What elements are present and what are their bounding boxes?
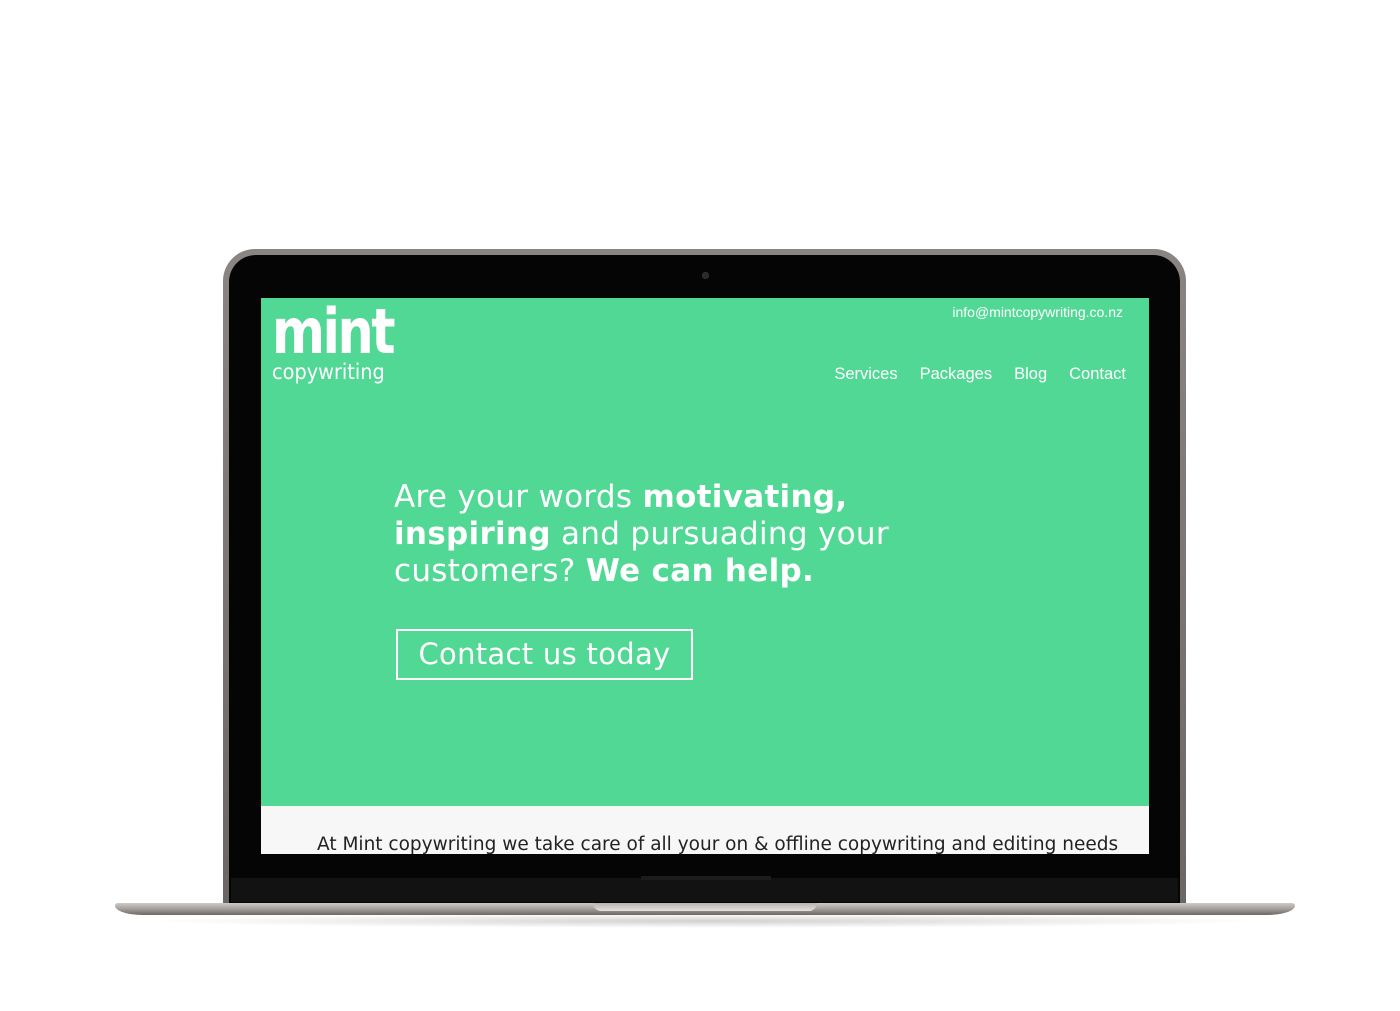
logo-wordmark: mint [272, 298, 396, 368]
bezel-bottom-strip [231, 878, 1178, 902]
laptop-opening-lip [593, 903, 817, 911]
website-viewport: mint copywriting info@mintcopywriting.co… [261, 298, 1149, 854]
contact-us-button[interactable]: Contact us today [396, 629, 693, 680]
main-nav: Services Packages Blog Contact [812, 365, 1126, 384]
nav-item-contact[interactable]: Contact [1069, 365, 1126, 384]
hinge-notch [641, 876, 771, 880]
hero-section: mint copywriting info@mintcopywriting.co… [261, 298, 1149, 806]
headline-emphasis-help: We can help. [585, 553, 815, 589]
hero-headline: Are your words motivating, inspiring and … [394, 479, 954, 590]
laptop-shadow [140, 914, 1270, 928]
contact-email-link[interactable]: info@mintcopywriting.co.nz [952, 304, 1123, 320]
nav-item-packages[interactable]: Packages [920, 365, 992, 384]
site-logo[interactable]: mint copywriting [272, 298, 420, 384]
headline-emphasis-inspiring: inspiring [394, 516, 551, 552]
logo-tagline: copywriting [272, 360, 385, 384]
nav-item-blog[interactable]: Blog [1014, 365, 1047, 384]
intro-text: At Mint copywriting we take care of all … [317, 834, 1119, 854]
headline-part-1: Are your words [394, 479, 643, 515]
nav-item-services[interactable]: Services [834, 365, 897, 384]
laptop-mockup-scene: mint copywriting info@mintcopywriting.co… [0, 0, 1400, 1011]
webcam-icon [702, 272, 709, 279]
headline-emphasis-motivating: motivating, [642, 479, 848, 515]
intro-band: At Mint copywriting we take care of all … [261, 806, 1149, 854]
